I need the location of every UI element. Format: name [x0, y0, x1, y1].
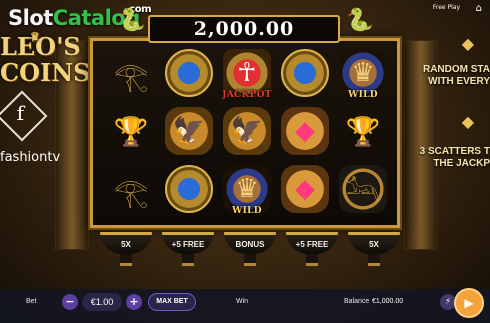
reel-cell: ◆ [276, 102, 334, 160]
reel-cell: 𓃢 [334, 160, 392, 218]
hint-random-start: RANDOM STA WITH EVERY [422, 64, 490, 87]
reel-cell: 𓂀 [102, 44, 160, 102]
bowl-stem [306, 254, 318, 266]
falcon-icon: 🦅 [223, 107, 271, 155]
balance-label: Balance [344, 298, 370, 305]
anubis-icon: 𓃢 [339, 165, 387, 213]
bastet-cat-icon: ◆ [281, 107, 329, 155]
reel-cell [276, 44, 334, 102]
prize-bowl: +5 FREE [286, 230, 338, 272]
reel-cell: 𓂀 [102, 160, 160, 218]
bowl-label: +5 FREE [295, 240, 329, 249]
fashiontv-text: fashiontv [0, 150, 61, 165]
balance-value: €1,000.00 [372, 298, 404, 305]
fashiontv-logo: f [0, 90, 48, 142]
symbol-label: WILD [348, 90, 378, 100]
sapphire-coin-icon [165, 49, 213, 97]
crown-icon: ♛ [30, 30, 40, 43]
reel-cell: 🦅 [218, 102, 276, 160]
bowl-label: 5X [121, 240, 131, 249]
free-play-label: Free Play [432, 4, 460, 11]
prize-bowl: +5 FREE [162, 230, 214, 272]
diamond-hint-icon: ◆ [461, 34, 474, 53]
golden-chalice-icon: 🏆 [345, 114, 381, 148]
home-icon[interactable]: ⌂ [476, 3, 482, 14]
reel-cell: ♛ WILD [334, 44, 392, 102]
sapphire-coin-icon [165, 165, 213, 213]
multiplier-bowls: 5X +5 FREE BONUS +5 FREE 5X [100, 230, 400, 272]
prize-bowl: 5X [348, 230, 400, 272]
reel-cell: 🦅 [160, 102, 218, 160]
serpent-ornament-icon: 🐍 [346, 8, 374, 33]
bowl-stem [120, 254, 132, 266]
reel-grid: 𓂀 ☥ JACKPOT ♛ WILD 🏆 🦅 🦅 ◆ 🏆 𓂀 ♛ WILD ◆ 𓃢 [102, 44, 392, 218]
serpent-ornament-icon: 🐍 [118, 8, 146, 33]
decrease-bet-button[interactable]: − [62, 294, 78, 310]
bowl-label: BONUS [235, 240, 265, 249]
reel-cell [160, 160, 218, 218]
increase-bet-button[interactable]: + [126, 294, 142, 310]
max-bet-button[interactable]: MAX BET [148, 293, 196, 311]
bowl-label: 5X [369, 240, 379, 249]
symbol-label: WILD [232, 206, 262, 216]
bowl-stem [368, 254, 380, 266]
win-label: Win [236, 298, 249, 305]
bet-value: €1.00 [82, 293, 122, 311]
sapphire-coin-icon [281, 49, 329, 97]
reel-cell: ◆ [276, 160, 334, 218]
reel-cell: ♛ WILD [218, 160, 276, 218]
spin-button[interactable]: ▶ [454, 288, 484, 318]
eye-of-horus-icon: 𓂀 [113, 60, 149, 93]
game-title-logo: ♛ LEO'S COINS [0, 30, 91, 86]
bet-label: Bet [26, 298, 37, 305]
symbol-label: JACKPOT [222, 90, 272, 100]
hint-scatters-jackpot: 3 SCATTERS T THE JACKP [419, 146, 490, 169]
bastet-cat-icon: ◆ [281, 165, 329, 213]
reel-cell: ☥ JACKPOT [218, 44, 276, 102]
prize-bowl: BONUS [224, 230, 276, 272]
bowl-label: +5 FREE [171, 240, 205, 249]
falcon-icon: 🦅 [165, 107, 213, 155]
reel-cell: 🏆 [334, 102, 392, 160]
bowl-stem [244, 254, 256, 266]
prize-bowl: 5X [100, 230, 152, 272]
reel-cell: 🏆 [102, 102, 160, 160]
bowl-stem [182, 254, 194, 266]
reel-cell [160, 44, 218, 102]
golden-chalice-icon: 🏆 [113, 114, 149, 148]
eye-of-horus-icon: 𓂀 [113, 176, 149, 209]
jackpot-amount: 2,000.00 [148, 15, 340, 43]
game-stage: SlotCatalog .com ♛ LEO'S COINS f fashiont… [0, 0, 490, 323]
diamond-hint-icon: ◆ [461, 112, 474, 131]
